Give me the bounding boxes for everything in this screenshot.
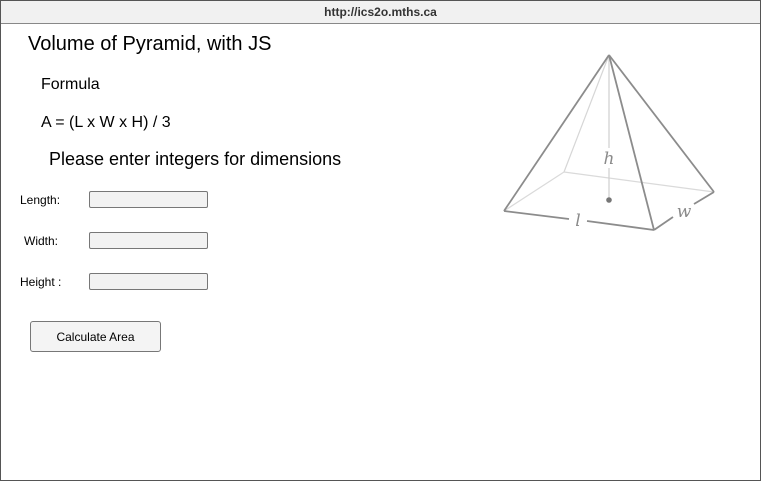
- length-symbol: l: [575, 211, 580, 231]
- pyramid-front-edge: [608, 54, 655, 231]
- calculate-area-button[interactable]: Calculate Area: [30, 321, 161, 352]
- pyramid-right-edge: [608, 54, 715, 193]
- address-bar[interactable]: http://ics2o.mths.ca: [1, 1, 760, 24]
- pyramid-base-right-edge-b: [693, 191, 715, 205]
- width-input[interactable]: [89, 232, 208, 249]
- width-symbol: w: [677, 202, 692, 222]
- pyramid-base-right-edge-a: [653, 216, 674, 231]
- length-label: Length:: [20, 193, 61, 207]
- formula-heading: Formula: [41, 76, 100, 93]
- pyramid-left-edge: [503, 54, 610, 212]
- pyramid-base-front-edge-a: [503, 210, 570, 220]
- height-label: Height :: [20, 275, 62, 289]
- height-symbol: h: [604, 149, 615, 169]
- url-text: http://ics2o.mths.ca: [324, 5, 437, 19]
- pyramid-base-center-dot: [606, 197, 612, 203]
- height-input[interactable]: [89, 273, 208, 290]
- pyramid-diagram: h l w: [503, 54, 715, 231]
- length-input[interactable]: [89, 191, 208, 208]
- page-title: Volume of Pyramid, with JS: [28, 33, 272, 55]
- width-label: Width:: [24, 234, 59, 248]
- instructions-text: Please enter integers for dimensions: [49, 149, 342, 169]
- browser-window: http://ics2o.mths.ca Volume of Pyramid, …: [0, 0, 761, 481]
- pyramid-base-front-edge-b: [586, 220, 655, 231]
- pyramid-base-back-left-edge: [503, 171, 565, 212]
- formula-text: A = (L x W x H) / 3: [41, 114, 171, 131]
- page-content: Volume of Pyramid, with JS Formula A = (…: [1, 24, 760, 480]
